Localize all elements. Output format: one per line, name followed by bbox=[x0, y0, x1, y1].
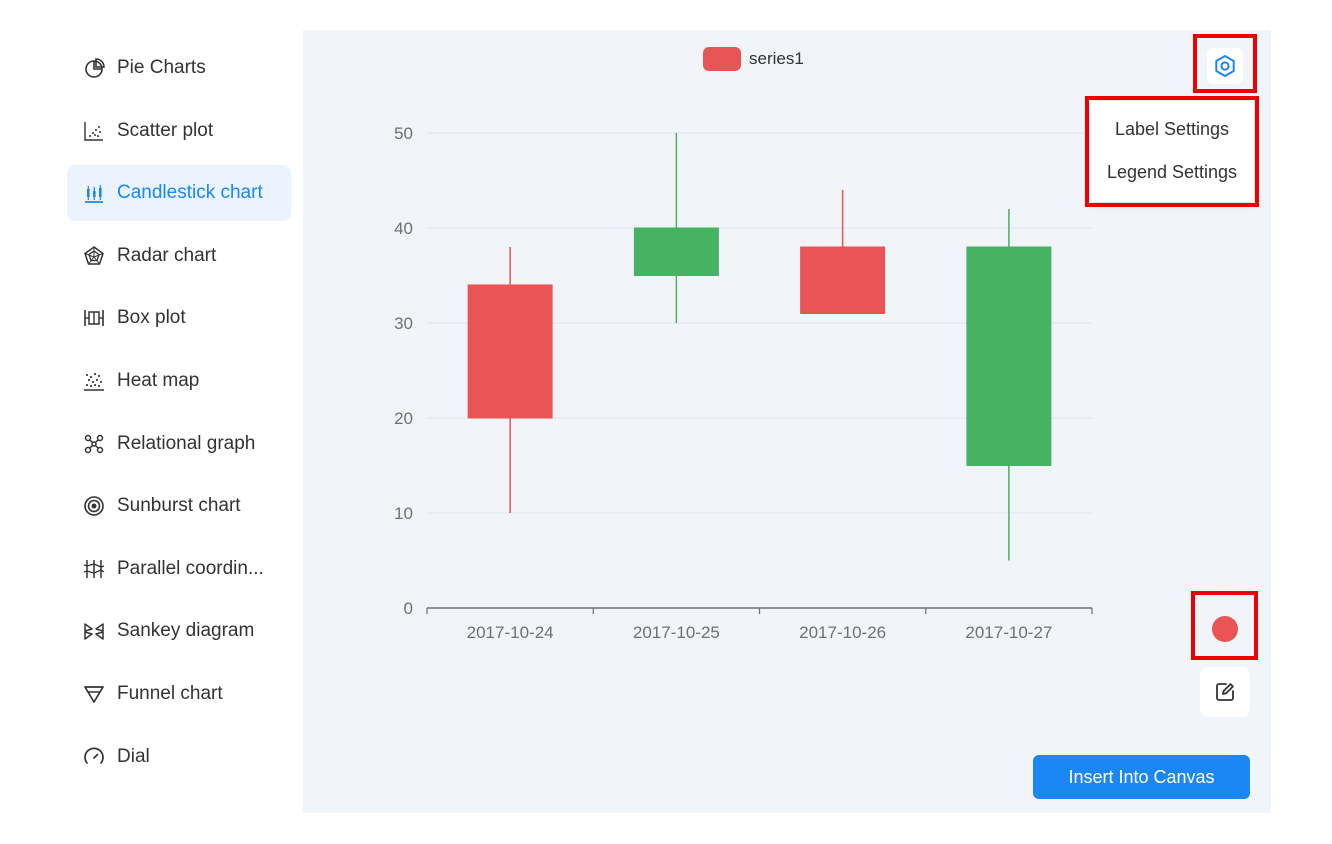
sankey-icon bbox=[83, 620, 105, 642]
sidebar-item-sunburst[interactable]: Sunburst chart bbox=[67, 478, 291, 534]
sidebar-item-label: Funnel chart bbox=[117, 683, 223, 704]
box-plot-icon bbox=[83, 307, 105, 329]
sidebar-item-label: Sunburst chart bbox=[117, 495, 241, 517]
sidebar-item-label: Pie Charts bbox=[117, 57, 206, 78]
sidebar-item-sankey[interactable]: Sankey diagram bbox=[67, 603, 291, 659]
sidebar-item-radar-chart[interactable]: Radar chart bbox=[67, 228, 291, 284]
sidebar-item-label: Sankey diagram bbox=[117, 620, 255, 642]
chart-legend[interactable]: series1 bbox=[703, 47, 804, 71]
legend-label: series1 bbox=[749, 49, 804, 68]
candle-body bbox=[966, 246, 1052, 466]
sidebar-item-funnel[interactable]: Funnel chart bbox=[67, 666, 291, 722]
sidebar-item-pie-chart[interactable]: Pie Charts bbox=[67, 40, 291, 96]
x-tick-label: 2017-10-27 bbox=[965, 623, 1052, 642]
sidebar-item-label: Scatter plot bbox=[117, 119, 214, 141]
sidebar-item-label: Dial bbox=[117, 745, 150, 767]
legend-swatch bbox=[703, 47, 741, 71]
funnel-icon bbox=[83, 683, 105, 705]
sidebar-item-parallel-coordinates[interactable]: Parallel coordin... bbox=[67, 541, 291, 597]
gear-icon bbox=[1215, 55, 1235, 77]
y-tick-label: 20 bbox=[394, 409, 413, 428]
x-tick-label: 2017-10-25 bbox=[633, 623, 720, 642]
settings-button[interactable] bbox=[1207, 48, 1243, 84]
candlestick-icon bbox=[83, 182, 105, 204]
x-tick-label: 2017-10-26 bbox=[799, 623, 886, 642]
y-tick-label: 0 bbox=[404, 599, 413, 618]
sidebar-item-heat-map[interactable]: Heat map bbox=[67, 353, 291, 409]
x-tick-label: 2017-10-24 bbox=[467, 623, 554, 642]
edit-data-button[interactable] bbox=[1200, 667, 1250, 717]
sunburst-icon bbox=[83, 495, 105, 517]
sidebar-item-label: Parallel coordin... bbox=[117, 557, 264, 579]
pie-chart-icon bbox=[83, 57, 105, 79]
heat-map-icon bbox=[83, 370, 105, 392]
series-color-picker[interactable] bbox=[1212, 616, 1238, 642]
relational-graph-icon bbox=[83, 433, 105, 455]
sidebar-item-label: Candlestick chart bbox=[117, 182, 263, 204]
sidebar-item-relational-graph[interactable]: Relational graph bbox=[67, 416, 291, 472]
candle-body bbox=[467, 284, 553, 419]
y-tick-label: 50 bbox=[394, 124, 413, 143]
sidebar-item-scatter-plot[interactable]: Scatter plot bbox=[67, 103, 291, 159]
dial-icon bbox=[83, 746, 105, 768]
candle-body bbox=[633, 227, 719, 276]
sidebar-item-label: Heat map bbox=[117, 370, 200, 391]
y-tick-label: 10 bbox=[394, 504, 413, 523]
parallel-coordinates-icon bbox=[83, 558, 105, 580]
menu-item-label-settings[interactable]: Label Settings bbox=[1090, 119, 1254, 140]
menu-item-legend-settings[interactable]: Legend Settings bbox=[1090, 162, 1254, 183]
insert-into-canvas-button[interactable]: Insert Into Canvas bbox=[1033, 755, 1250, 799]
scatter-plot-icon bbox=[83, 120, 105, 142]
candle-body bbox=[800, 246, 886, 314]
sidebar-item-label: Radar chart bbox=[117, 244, 217, 266]
settings-dropdown-menu: Label Settings Legend Settings bbox=[1090, 101, 1254, 202]
radar-chart-icon bbox=[83, 245, 105, 267]
sidebar-item-dial[interactable]: Dial bbox=[67, 729, 291, 785]
sidebar-item-candlestick[interactable]: Candlestick chart bbox=[67, 165, 291, 222]
edit-icon bbox=[1216, 683, 1234, 701]
chart-panel: 0 10 20 30 40 50 2017-10-24 2017-10-25 2017-10-2… bbox=[303, 30, 1271, 813]
sidebar-item-box-plot[interactable]: Box plot bbox=[67, 290, 291, 346]
y-tick-label: 40 bbox=[394, 219, 413, 238]
sidebar-item-label: Box plot bbox=[117, 307, 186, 329]
sidebar-item-label: Relational graph bbox=[117, 432, 256, 454]
y-tick-label: 30 bbox=[394, 314, 413, 333]
